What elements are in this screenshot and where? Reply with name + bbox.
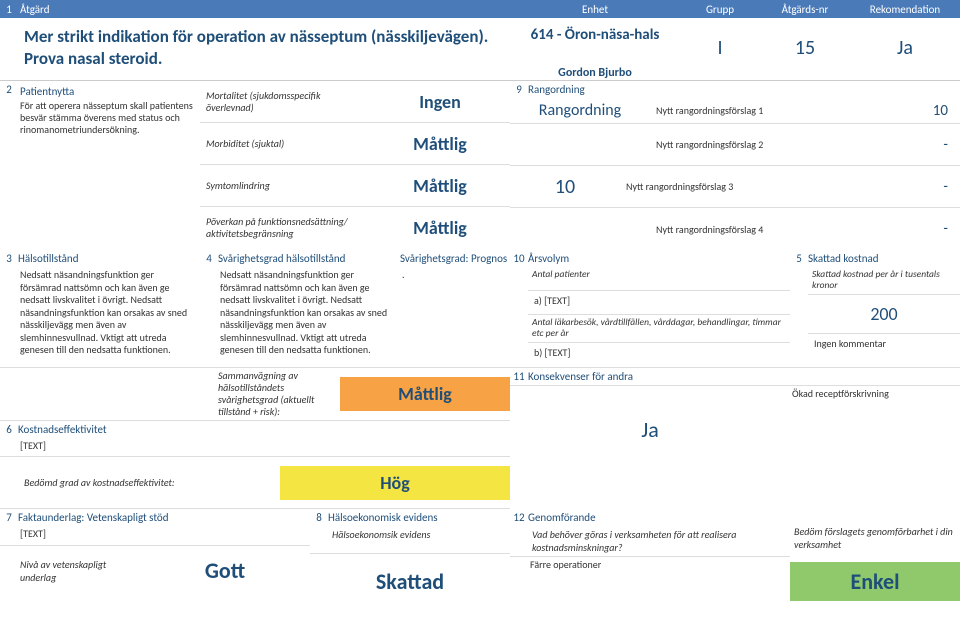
header-action: Åtgärd (18, 3, 510, 16)
cost-comment: Ingen kommentar (812, 336, 956, 355)
section-heading: Genomförande (528, 509, 790, 526)
metric-value: Måttlig (370, 175, 510, 197)
section-heading: Svårighetsgrad: Prognos (400, 250, 510, 267)
volume-b: b) [TEXT] (532, 345, 786, 364)
metric-value: Måttlig (370, 133, 510, 155)
section-heading: Hälsotillstånd (18, 250, 200, 267)
section-num: 2 (0, 81, 18, 250)
section-num: 9 (510, 81, 528, 98)
severity-badge: Måttlig (340, 377, 510, 411)
header-unit: Enhet (510, 3, 680, 16)
volume-label: Antal patienter (532, 269, 786, 280)
health-econ-value: Skattad (310, 554, 510, 601)
patient-benefit-text: För att operera nässeptum skall patiente… (20, 100, 196, 136)
metric-label: Morbiditet (sjuktal) (200, 136, 370, 152)
section-num: 5 (790, 250, 808, 367)
volume-a: a) [TEXT] (532, 293, 786, 312)
section-heading: Svårighetsgrad hälsotillstånd (218, 250, 400, 267)
health-state-text: Nedsatt näsandningsfunktion ger försämra… (18, 267, 200, 361)
severity-sum-label: Sammanvägning av hälsotillståndets svåri… (0, 368, 340, 420)
section-heading: Rangordning (528, 81, 585, 98)
section-heading: Årsvolym (528, 250, 790, 267)
metric-label: Mortalitet (sjukdomsspecifik överlevnad) (200, 88, 370, 116)
section-num: 3 (0, 250, 18, 367)
rank-label: Nytt rangordningsförslag 1 (650, 104, 900, 117)
evidence-row: 7 Faktaunderlag: Vetenskapligt stöd [TEX… (0, 509, 960, 601)
implementation-question: Vad behöver göras i verksamheten för att… (528, 526, 790, 556)
cost-eff-text: [TEXT] (18, 438, 510, 457)
evidence-value: Gott (140, 551, 310, 590)
section-num: 7 (0, 509, 18, 545)
consequences-right: Ökad receptförskrivning (790, 386, 960, 455)
unit-name: 614 - Öron-näsa-hals (510, 26, 680, 44)
section-heading: Skattad kostnad (808, 250, 960, 267)
rank-label: Nytt rangordningsförslag 3 (620, 180, 900, 193)
rank-value: 10 (900, 102, 960, 120)
ranking-big-value: 10 (510, 175, 620, 199)
ranking-word: Rangordning (510, 101, 650, 120)
consequences-value: Ja (510, 386, 790, 455)
header-bar: 1 Åtgärd Enhet Grupp Åtgärds-nr Rekomend… (0, 0, 960, 18)
rank-value: - (900, 136, 960, 154)
volume-label: Antal läkarbesök, vårdtillfällen, vårdda… (532, 317, 786, 340)
patient-benefit-ranking-row: 2 Patientnytta För att operera nässeptum… (0, 81, 960, 250)
cost-eff-label: Bedömd grad av kostnadseffektivitet: (0, 475, 280, 491)
section-num: 6 (0, 421, 18, 457)
header-rec: Rekomendation (850, 3, 960, 16)
author-name: Gordon Bjurbo (510, 66, 680, 80)
section-num: 10 (510, 250, 528, 367)
recommendation-value: Ja (850, 18, 960, 80)
section-heading: Hälsoekonomisk evidens (328, 509, 510, 526)
evidence-level-label: Nivå av vetenskapligt underlag (0, 556, 140, 586)
metric-value: Måttlig (370, 217, 510, 239)
section-num: 4 (200, 250, 218, 367)
prognosis-text: . (400, 267, 510, 286)
group-value: I (680, 18, 760, 80)
header-num: 1 (0, 3, 18, 16)
cost-value: 200 (812, 297, 956, 331)
section-heading: Kostnadseffektivitet (18, 421, 510, 438)
implementation-answer: Färre operationer (510, 556, 790, 576)
cost-effectiveness-row: Sammanvägning av hälsotillståndets svåri… (0, 368, 960, 510)
metric-label: Symtomlindring (200, 178, 370, 194)
health-econ-label: Hälsoekonomsik evidens (328, 526, 510, 543)
rank-value: - (900, 220, 960, 238)
section-num: 8 (310, 509, 328, 553)
section-heading: Faktaunderlag: Vetenskapligt stöd (18, 509, 310, 526)
rank-label: Nytt rangordningsförslag 4 (650, 223, 900, 236)
feasibility-value: Enkel (790, 562, 960, 601)
feasibility-label: Bedöm förslagets genomförbarhet i din ve… (790, 509, 960, 553)
severity-text: Nedsatt näsandningsfunktion ger försämra… (218, 267, 400, 361)
evidence-text: [TEXT] (18, 526, 310, 545)
cost-eff-badge: Hög (280, 466, 510, 500)
header-actnum: Åtgärds-nr (760, 3, 850, 16)
metric-label: Pöverkan på funktionsnedsättning/ aktivi… (200, 214, 370, 242)
cost-label: Skattad kostnad per år i tusentals krono… (812, 269, 956, 292)
rank-value: - (900, 178, 960, 196)
section-heading: Konsekvenser för andra (528, 368, 633, 385)
rank-label: Nytt rangordningsförslag 2 (650, 138, 900, 151)
metric-value: Ingen (370, 91, 510, 113)
section-heading: Patientnytta (20, 83, 196, 100)
title-row: Mer strikt indikation för operation av n… (0, 18, 960, 81)
header-group: Grupp (680, 3, 760, 16)
action-title: Mer strikt indikation för operation av n… (24, 26, 504, 70)
section-num: 12 (510, 509, 528, 556)
health-state-row: 3 Hälsotillstånd Nedsatt näsandningsfunk… (0, 250, 960, 368)
section-num: 11 (510, 368, 528, 385)
action-number: 15 (760, 18, 850, 80)
